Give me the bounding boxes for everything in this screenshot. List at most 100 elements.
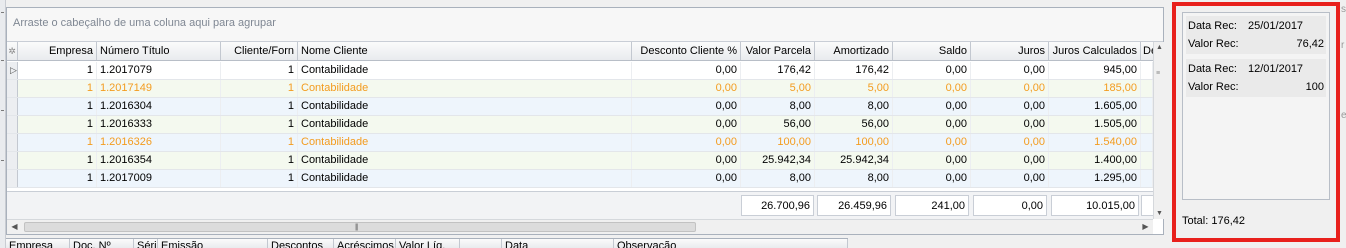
cell-juros-calculados[interactable]: 1.295,00 xyxy=(1049,170,1141,187)
row-indicator[interactable] xyxy=(7,170,18,187)
cell-amortizado[interactable]: 100,00 xyxy=(815,134,893,151)
cell-de-partial[interactable] xyxy=(1141,80,1153,97)
cell-amortizado[interactable]: 8,00 xyxy=(815,170,893,187)
cell-valor-parcela[interactable]: 100,00 xyxy=(741,134,815,151)
table-row[interactable]: ▷ 1 1.2017079 1 Contabilidade 0,00 176,42 176,4… xyxy=(7,62,1163,80)
cell-nome-cliente[interactable]: Contabilidade xyxy=(298,62,632,79)
cell-empresa[interactable]: 1 xyxy=(18,152,97,169)
cell-desconto[interactable]: 0,00 xyxy=(632,134,741,151)
cell-saldo[interactable]: 0,00 xyxy=(893,152,971,169)
col2-doc[interactable]: Doc. Nº xyxy=(70,239,134,248)
col-juros[interactable]: Juros xyxy=(971,42,1049,60)
cell-saldo[interactable]: 0,00 xyxy=(893,116,971,133)
row-indicator[interactable] xyxy=(7,98,18,115)
cell-cliente-forn[interactable]: 1 xyxy=(221,80,298,97)
cell-numero-titulo[interactable]: 1.2016333 xyxy=(97,116,221,133)
cell-saldo[interactable]: 0,00 xyxy=(893,98,971,115)
col2-serie[interactable]: Séri xyxy=(134,239,158,248)
cell-desconto[interactable]: 0,00 xyxy=(632,116,741,133)
cell-empresa[interactable]: 1 xyxy=(18,80,97,97)
cell-desconto[interactable]: 0,00 xyxy=(632,80,741,97)
row-indicator[interactable] xyxy=(7,152,18,169)
cell-nome-cliente[interactable]: Contabilidade xyxy=(298,170,632,187)
scroll-left-icon[interactable]: ◀ xyxy=(7,220,22,234)
cell-juros[interactable]: 0,00 xyxy=(971,62,1049,79)
cell-empresa[interactable]: 1 xyxy=(18,170,97,187)
col-nome-cliente[interactable]: Nome Cliente xyxy=(298,42,632,60)
col2-observacao[interactable]: Observação xyxy=(614,239,848,248)
cell-de-partial[interactable] xyxy=(1141,116,1153,133)
cell-juros[interactable]: 0,00 xyxy=(971,152,1049,169)
cell-valor-parcela[interactable]: 8,00 xyxy=(741,98,815,115)
cell-cliente-forn[interactable]: 1 xyxy=(221,116,298,133)
cell-empresa[interactable]: 1 xyxy=(18,62,97,79)
col-desconto-cliente[interactable]: Desconto Cliente % xyxy=(632,42,741,60)
payment-record[interactable]: Data Rec: 25/01/2017 Valor Rec: 76,42 xyxy=(1186,16,1326,54)
cell-de-partial[interactable] xyxy=(1141,98,1153,115)
cell-amortizado[interactable]: 25.942,34 xyxy=(815,152,893,169)
col-empresa[interactable]: Empresa xyxy=(18,42,97,60)
cell-desconto[interactable]: 0,00 xyxy=(632,62,741,79)
cell-saldo[interactable]: 0,00 xyxy=(893,170,971,187)
cell-numero-titulo[interactable]: 1.2016326 xyxy=(97,134,221,151)
col-numero-titulo[interactable]: Número Título xyxy=(97,42,221,60)
col-saldo[interactable]: Saldo xyxy=(893,42,971,60)
cell-juros-calculados[interactable]: 1.540,00 xyxy=(1049,134,1141,151)
cell-saldo[interactable]: 0,00 xyxy=(893,134,971,151)
cell-saldo[interactable]: 0,00 xyxy=(893,80,971,97)
cell-nome-cliente[interactable]: Contabilidade xyxy=(298,98,632,115)
cell-nome-cliente[interactable]: Contabilidade xyxy=(298,116,632,133)
cell-empresa[interactable]: 1 xyxy=(18,134,97,151)
cell-juros-calculados[interactable]: 1.505,00 xyxy=(1049,116,1141,133)
col-amortizado[interactable]: Amortizado xyxy=(815,42,893,60)
grid-corner-icon[interactable]: ✲ xyxy=(7,42,18,60)
cell-numero-titulo[interactable]: 1.2017009 xyxy=(97,170,221,187)
cell-valor-parcela[interactable]: 176,42 xyxy=(741,62,815,79)
cell-amortizado[interactable]: 8,00 xyxy=(815,98,893,115)
cell-saldo[interactable]: 0,00 xyxy=(893,62,971,79)
cell-valor-parcela[interactable]: 8,00 xyxy=(741,170,815,187)
col2-emissao[interactable]: Emissão xyxy=(158,239,268,248)
cell-empresa[interactable]: 1 xyxy=(18,116,97,133)
table-row[interactable]: 1 1.2017149 1 Contabilidade 0,00 5,00 5,00 0,00… xyxy=(7,80,1163,98)
group-by-bar[interactable]: Arraste o cabeçalho de uma coluna aqui p… xyxy=(7,8,1163,42)
row-indicator[interactable] xyxy=(7,134,18,151)
payment-record[interactable]: Data Rec: 12/01/2017 Valor Rec: 100 xyxy=(1186,59,1326,97)
scroll-down-icon[interactable]: ▼ xyxy=(1154,208,1165,219)
col-de-partial[interactable]: De xyxy=(1141,42,1153,60)
horizontal-scrollbar[interactable]: ◀ ||| ▶ xyxy=(7,219,1153,234)
cell-de-partial[interactable] xyxy=(1141,62,1153,79)
cell-juros[interactable]: 0,00 xyxy=(971,170,1049,187)
cell-amortizado[interactable]: 56,00 xyxy=(815,116,893,133)
cell-juros[interactable]: 0,00 xyxy=(971,80,1049,97)
col2-valor-liq[interactable]: Valor Líq. xyxy=(396,239,460,248)
col2-descontos[interactable]: Descontos xyxy=(268,239,334,248)
cell-cliente-forn[interactable]: 1 xyxy=(221,152,298,169)
cell-nome-cliente[interactable]: Contabilidade xyxy=(298,80,632,97)
cell-valor-parcela[interactable]: 5,00 xyxy=(741,80,815,97)
scroll-up-icon[interactable]: ▲ xyxy=(1154,42,1165,53)
table-row[interactable]: 1 1.2016333 1 Contabilidade 0,00 56,00 56,00 0,… xyxy=(7,116,1163,134)
table-row[interactable]: 1 1.2016354 1 Contabilidade 0,00 25.942,34 25.… xyxy=(7,152,1163,170)
cell-amortizado[interactable]: 5,00 xyxy=(815,80,893,97)
row-indicator[interactable]: ▷ xyxy=(7,62,18,79)
cell-numero-titulo[interactable]: 1.2017149 xyxy=(97,80,221,97)
cell-cliente-forn[interactable]: 1 xyxy=(221,170,298,187)
cell-numero-titulo[interactable]: 1.2017079 xyxy=(97,62,221,79)
cell-juros[interactable]: 0,00 xyxy=(971,134,1049,151)
cell-de-partial[interactable] xyxy=(1141,134,1153,151)
cell-juros-calculados[interactable]: 185,00 xyxy=(1049,80,1141,97)
col2-blank[interactable] xyxy=(460,239,502,248)
cell-empresa[interactable]: 1 xyxy=(18,98,97,115)
cell-juros[interactable]: 0,00 xyxy=(971,116,1049,133)
scroll-right-icon[interactable]: ▶ xyxy=(1138,220,1153,234)
table-row[interactable]: 1 1.2017009 1 Contabilidade 0,00 8,00 8,00 0,00… xyxy=(7,170,1163,188)
cell-de-partial[interactable] xyxy=(1141,152,1153,169)
table-row[interactable]: 1 1.2016304 1 Contabilidade 0,00 8,00 8,00 0,00… xyxy=(7,98,1163,116)
cell-desconto[interactable]: 0,00 xyxy=(632,152,741,169)
cell-numero-titulo[interactable]: 1.2016304 xyxy=(97,98,221,115)
cell-juros[interactable]: 0,00 xyxy=(971,98,1049,115)
cell-desconto[interactable]: 0,00 xyxy=(632,98,741,115)
cell-amortizado[interactable]: 176,42 xyxy=(815,62,893,79)
cell-cliente-forn[interactable]: 1 xyxy=(221,98,298,115)
